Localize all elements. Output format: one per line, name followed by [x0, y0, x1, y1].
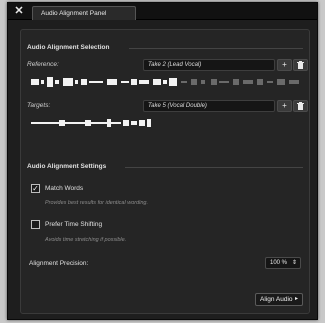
reference-label: Reference:	[27, 61, 59, 68]
section-divider	[129, 48, 303, 49]
settings-section-title: Audio Alignment Settings	[27, 163, 107, 170]
alignment-window: ✕ Audio Alignment Panel Audio Alignment …	[7, 2, 318, 320]
targets-label: Targets:	[27, 102, 51, 109]
prefer-time-shifting-hint: Avoids time stretching if possible.	[45, 237, 127, 243]
alignment-precision-label: Alignment Precision:	[29, 260, 89, 267]
alignment-precision-spinbox[interactable]: 100 % ⇕	[265, 257, 301, 269]
alignment-panel: Audio Alignment Selection Reference: Tak…	[20, 29, 310, 314]
add-target-button[interactable]: +	[277, 100, 292, 112]
tab-audio-alignment-panel[interactable]: Audio Alignment Panel	[32, 6, 136, 20]
alignment-precision-value: 100 %	[270, 260, 288, 266]
play-arrow-icon: ▸	[294, 296, 298, 302]
targets-dropdown[interactable]: Take 5 (Vocal Double)	[143, 100, 275, 112]
reference-dropdown[interactable]: Take 2 (Lead Vocal)	[143, 59, 275, 71]
delete-reference-button[interactable]	[293, 59, 308, 71]
trash-icon	[297, 102, 304, 110]
align-audio-label: Align Audio	[260, 296, 293, 303]
target-waveform	[31, 119, 151, 127]
selection-section-title: Audio Alignment Selection	[27, 44, 110, 51]
prefer-time-shifting-checkbox[interactable]	[31, 220, 40, 229]
reference-waveform	[31, 77, 299, 87]
title-bar: ✕ Audio Alignment Panel	[8, 3, 317, 20]
match-words-hint: Provides best results for identical word…	[45, 200, 149, 206]
delete-target-button[interactable]	[293, 100, 308, 112]
trash-icon	[297, 61, 304, 69]
prefer-time-shifting-label: Prefer Time Shifting	[45, 221, 103, 228]
match-words-checkbox[interactable]: ✓	[31, 184, 40, 193]
match-words-label: Match Words	[45, 185, 84, 192]
close-icon[interactable]: ✕	[13, 5, 25, 17]
section-divider	[125, 167, 303, 168]
add-reference-button[interactable]: +	[277, 59, 292, 71]
align-audio-button[interactable]: Align Audio ▸	[255, 293, 303, 306]
spin-arrows-icon[interactable]: ⇕	[292, 258, 297, 268]
